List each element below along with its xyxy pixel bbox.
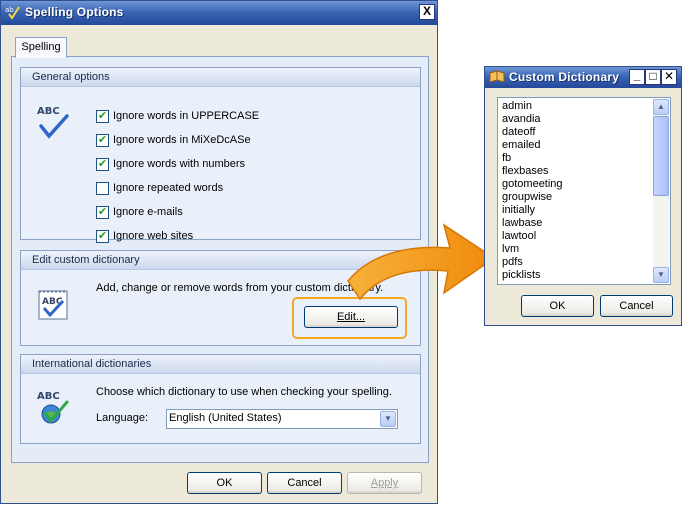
checkbox[interactable]: ✔ (96, 206, 109, 219)
globe-check-icon: ABC (37, 391, 71, 425)
ok-button[interactable]: OK (187, 472, 262, 494)
cancel-button[interactable]: Cancel (267, 472, 342, 494)
language-label: Language: (96, 412, 148, 424)
list-item[interactable]: emailed (502, 139, 541, 152)
list-item[interactable]: picklists (502, 269, 541, 282)
list-item[interactable]: lawtool (502, 230, 536, 243)
checkbox[interactable]: ✔ (96, 158, 109, 171)
custom-dictionary-window: Custom Dictionary _ □ ✕ admin avandia da… (484, 66, 682, 326)
cancel-button[interactable]: Cancel (600, 295, 673, 317)
list-item[interactable]: fb (502, 152, 511, 165)
window-title: Spelling Options (25, 5, 124, 19)
window-title: Custom Dictionary (509, 70, 620, 84)
chevron-down-icon[interactable]: ▼ (380, 411, 396, 427)
list-item[interactable]: gotomeeting (502, 178, 563, 191)
notepad-icon: ABC (37, 287, 71, 321)
international-description: Choose which dictionary to use when chec… (96, 386, 392, 398)
book-icon (489, 70, 505, 84)
tab-spelling[interactable]: Spelling (15, 37, 67, 58)
apply-button[interactable]: Apply (347, 472, 422, 494)
checkbox[interactable]: ✔ (96, 134, 109, 147)
list-item[interactable]: dateoff (502, 126, 535, 139)
title-bar[interactable]: Custom Dictionary _ □ ✕ (485, 67, 681, 88)
scrollbar-thumb[interactable] (653, 116, 669, 196)
list-item[interactable]: admin (502, 100, 532, 113)
international-dictionaries-group: International dictionaries ABC Choose wh… (20, 354, 421, 444)
list-item[interactable]: groupwise (502, 191, 552, 204)
checkbox[interactable]: ✔ (96, 110, 109, 123)
chevron-down-icon[interactable]: ▼ (653, 267, 669, 283)
checkbox[interactable]: ✔ (96, 230, 109, 243)
list-item[interactable]: avandia (502, 113, 541, 126)
ok-button[interactable]: OK (521, 295, 594, 317)
list-item[interactable]: pdfs (502, 256, 523, 269)
list-item[interactable]: lvm (502, 243, 519, 256)
list-item[interactable]: initially (502, 204, 535, 217)
language-value: English (United States) (169, 412, 282, 424)
svg-text:ab: ab (5, 6, 14, 14)
group-header-international: International dictionaries (21, 355, 420, 374)
group-header-general: General options (21, 68, 420, 87)
chevron-up-icon[interactable]: ▲ (653, 99, 669, 115)
checkbox[interactable] (96, 182, 109, 195)
title-bar[interactable]: ab Spelling Options X (1, 1, 437, 25)
list-item[interactable]: flexbases (502, 165, 548, 178)
list-item[interactable]: lawbase (502, 217, 542, 230)
language-select[interactable]: English (United States) ▼ (166, 409, 398, 429)
maximize-button[interactable]: □ (645, 69, 661, 85)
close-button[interactable]: X (419, 4, 435, 20)
word-list[interactable]: admin avandia dateoff emailed fb flexbas… (497, 97, 671, 285)
minimize-button[interactable]: _ (629, 69, 645, 85)
app-icon: ab (5, 4, 21, 20)
arrow-icon (347, 223, 496, 301)
vertical-scrollbar[interactable]: ▲ ▼ (653, 99, 669, 283)
close-button[interactable]: ✕ (661, 69, 677, 85)
spelling-check-icon: ABC (37, 106, 71, 140)
